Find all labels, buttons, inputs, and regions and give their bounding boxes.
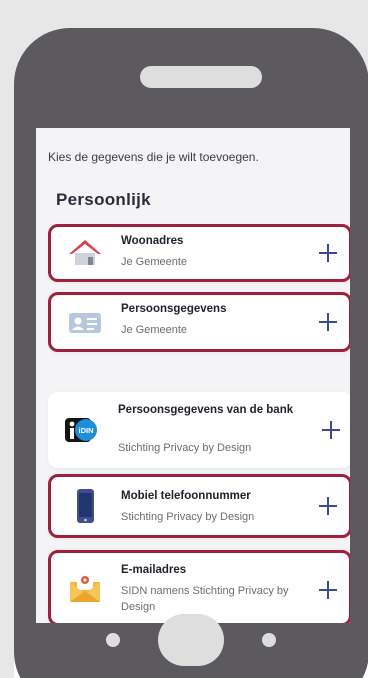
background-band-left: [0, 128, 14, 678]
card-title: Persoonsgegevens: [121, 303, 227, 315]
card-subtitle: Je Gemeente: [121, 256, 188, 268]
attribute-card-woonadres[interactable]: Woonadres Je Gemeente: [48, 224, 350, 282]
attribute-card-persoonsgegevens[interactable]: Persoonsgegevens Je Gemeente: [48, 292, 350, 352]
idin-icon: iDIN: [64, 412, 100, 448]
card-title: Woonadres: [121, 235, 184, 247]
card-title: Mobiel telefoonnummer: [121, 490, 251, 502]
right-dot-button[interactable]: [262, 633, 276, 647]
home-button[interactable]: [158, 614, 224, 666]
house-icon: [67, 235, 103, 271]
phone-bottom-controls: [14, 600, 368, 678]
add-icon[interactable]: [319, 581, 337, 599]
id-card-icon: [67, 305, 103, 341]
add-icon[interactable]: [319, 313, 337, 331]
intro-text: Kies de gegevens die je wilt toevoegen.: [48, 150, 259, 164]
left-dot-button[interactable]: [106, 633, 120, 647]
mobile-phone-icon: [67, 488, 103, 524]
phone-speaker: [140, 66, 262, 88]
add-icon[interactable]: [319, 244, 337, 262]
card-title: E-mailadres: [121, 564, 187, 576]
section-title: Persoonlijk: [56, 190, 151, 209]
card-subtitle: Stichting Privacy by Design: [118, 442, 252, 454]
phone-frame: Kies de gegevens die je wilt toevoegen. …: [14, 28, 368, 678]
card-title: Persoonsgegevens van de bank: [118, 404, 294, 416]
add-icon[interactable]: [319, 497, 337, 515]
idin-logo-text: iDIN: [79, 426, 94, 435]
phone-screen: Kies de gegevens die je wilt toevoegen. …: [36, 128, 350, 623]
attribute-card-persoonsgegevens-bank[interactable]: iDIN Persoonsgegevens van de bank Sticht…: [48, 392, 350, 468]
attribute-card-mobiel-telefoonnummer[interactable]: Mobiel telefoonnummer Stichting Privacy …: [48, 474, 350, 538]
card-subtitle: Je Gemeente: [121, 324, 188, 336]
card-subtitle: Stichting Privacy by Design: [121, 511, 255, 523]
add-icon[interactable]: [322, 421, 340, 439]
